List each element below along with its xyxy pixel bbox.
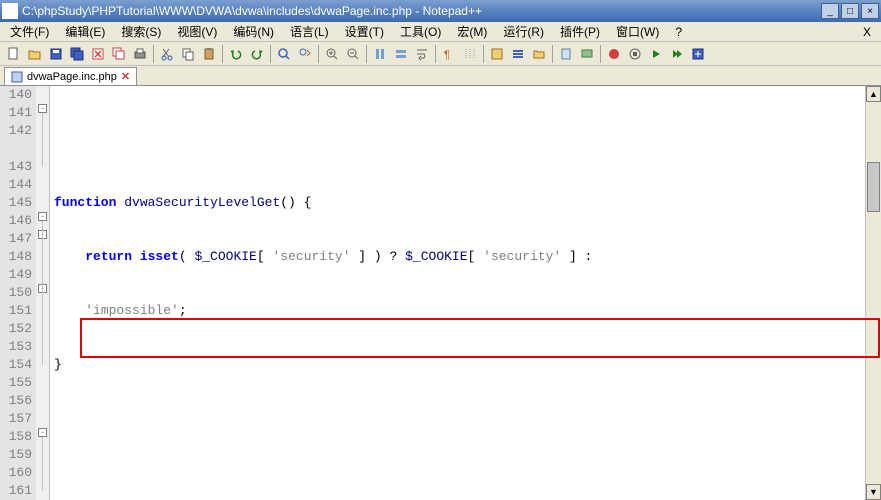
close-button[interactable]: ×: [861, 3, 879, 19]
record-icon[interactable]: [604, 44, 624, 64]
menu-settings[interactable]: 设置(T): [339, 21, 390, 42]
menu-file[interactable]: 文件(F): [4, 21, 55, 42]
window-controls: _ □ ×: [821, 3, 879, 19]
menu-plugins[interactable]: 插件(P): [554, 21, 606, 42]
sync-h-icon[interactable]: [391, 44, 411, 64]
toolbar-separator: [318, 45, 319, 63]
replace-icon[interactable]: [295, 44, 315, 64]
copy-icon[interactable]: [178, 44, 198, 64]
code-area[interactable]: function dvwaSecurityLevelGet() { return…: [50, 86, 865, 500]
new-file-icon[interactable]: [4, 44, 24, 64]
tab-close-icon[interactable]: ✕: [121, 70, 130, 83]
php-file-icon: [11, 71, 23, 83]
menu-run[interactable]: 运行(R): [497, 21, 550, 42]
line-number-gutter: 1401411421431441451461471481491501511521…: [0, 86, 36, 500]
minimize-button[interactable]: _: [821, 3, 839, 19]
menu-view[interactable]: 视图(V): [171, 21, 223, 42]
play-icon[interactable]: [646, 44, 666, 64]
toolbar-separator: [552, 45, 553, 63]
redo-icon[interactable]: [247, 44, 267, 64]
menu-language[interactable]: 语言(L): [284, 21, 335, 42]
menu-encoding[interactable]: 编码(N): [227, 21, 280, 42]
highlight-box: [80, 318, 880, 358]
svg-text:¶: ¶: [444, 49, 450, 61]
app-icon: [2, 3, 18, 19]
fold-toggle-icon[interactable]: -: [38, 428, 47, 437]
scroll-track[interactable]: [866, 102, 881, 484]
editor-area: 1401411421431441451461471481491501511521…: [0, 86, 881, 500]
sync-v-icon[interactable]: [370, 44, 390, 64]
paste-icon[interactable]: [199, 44, 219, 64]
undo-icon[interactable]: [226, 44, 246, 64]
print-icon[interactable]: [130, 44, 150, 64]
menu-macro[interactable]: 宏(M): [451, 21, 493, 42]
scroll-down-icon[interactable]: ▼: [866, 484, 881, 500]
window-title: C:\phpStudy\PHPTutorial\WWW\DVWA\dvwa\in…: [22, 4, 821, 18]
zoom-out-icon[interactable]: [343, 44, 363, 64]
menu-edit[interactable]: 编辑(E): [59, 21, 111, 42]
stop-icon[interactable]: [625, 44, 645, 64]
menu-tab-close[interactable]: X: [857, 23, 877, 41]
title-bar: C:\phpStudy\PHPTutorial\WWW\DVWA\dvwa\in…: [0, 0, 881, 22]
doc-map-icon[interactable]: [556, 44, 576, 64]
code-line: [54, 410, 861, 428]
toolbar: ¶: [0, 42, 881, 66]
toolbar-separator: [600, 45, 601, 63]
toolbar-separator: [435, 45, 436, 63]
save-all-icon[interactable]: [67, 44, 87, 64]
func-list-icon[interactable]: [508, 44, 528, 64]
toolbar-separator: [483, 45, 484, 63]
toolbar-separator: [366, 45, 367, 63]
play-multi-icon[interactable]: [667, 44, 687, 64]
code-line: return isset( $_COOKIE[ 'security' ] ) ?…: [54, 248, 861, 266]
scroll-thumb[interactable]: [867, 162, 880, 212]
toolbar-separator: [222, 45, 223, 63]
save-icon[interactable]: [46, 44, 66, 64]
tab-label: dvwaPage.inc.php: [27, 71, 117, 83]
menu-search[interactable]: 搜索(S): [115, 21, 167, 42]
code-line: function dvwaSecurityLevelGet() {: [54, 194, 861, 212]
folder-icon[interactable]: [529, 44, 549, 64]
menu-window[interactable]: 窗口(W): [610, 21, 665, 42]
show-symbol-icon[interactable]: ¶: [439, 44, 459, 64]
fold-margin: -----: [36, 86, 50, 500]
fold-toggle-icon[interactable]: -: [38, 212, 47, 221]
maximize-button[interactable]: □: [841, 3, 859, 19]
indent-guide-icon[interactable]: [460, 44, 480, 64]
file-tab[interactable]: dvwaPage.inc.php ✕: [4, 67, 137, 85]
close-all-icon[interactable]: [109, 44, 129, 64]
menu-bar: 文件(F) 编辑(E) 搜索(S) 视图(V) 编码(N) 语言(L) 设置(T…: [0, 22, 881, 42]
code-line: }: [54, 356, 861, 374]
open-file-icon[interactable]: [25, 44, 45, 64]
wrap-icon[interactable]: [412, 44, 432, 64]
code-line: [54, 464, 861, 482]
vertical-scrollbar[interactable]: ▲ ▼: [865, 86, 881, 500]
menu-help[interactable]: ?: [669, 23, 688, 41]
tab-bar: dvwaPage.inc.php ✕: [0, 66, 881, 86]
lang-icon[interactable]: [487, 44, 507, 64]
toolbar-separator: [153, 45, 154, 63]
scroll-up-icon[interactable]: ▲: [866, 86, 881, 102]
monitor-icon[interactable]: [577, 44, 597, 64]
cut-icon[interactable]: [157, 44, 177, 64]
toolbar-separator: [270, 45, 271, 63]
save-macro-icon[interactable]: [688, 44, 708, 64]
find-icon[interactable]: [274, 44, 294, 64]
close-file-icon[interactable]: [88, 44, 108, 64]
code-line: 'impossible';: [54, 302, 861, 320]
fold-toggle-icon[interactable]: -: [38, 104, 47, 113]
zoom-in-icon[interactable]: [322, 44, 342, 64]
code-line: [54, 140, 861, 158]
menu-tools[interactable]: 工具(O): [394, 21, 447, 42]
